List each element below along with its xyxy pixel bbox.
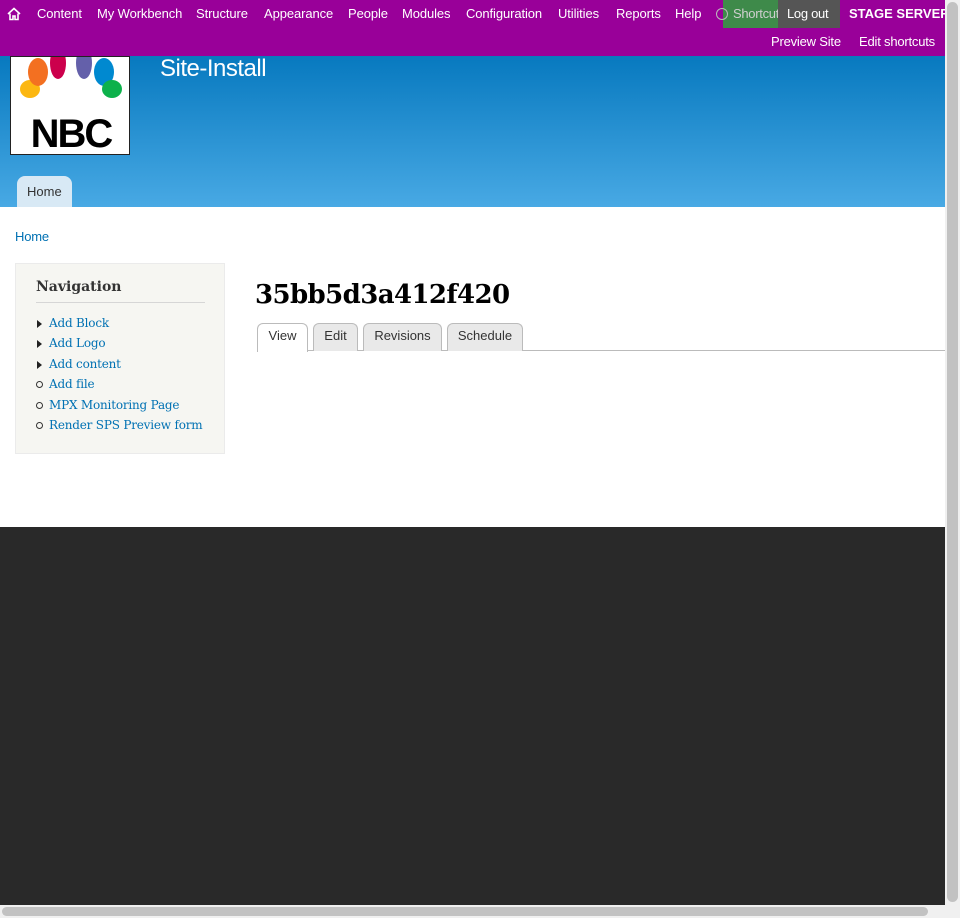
leaf-circle-icon (36, 402, 43, 409)
page-title: 35bb5d3a412f420 (255, 280, 510, 310)
site-header: NBC Site-Install Home (0, 55, 945, 207)
breadcrumb-home[interactable]: Home (15, 229, 49, 244)
server-label: STAGE SERVER (849, 6, 950, 21)
page-footer (0, 527, 945, 905)
shortcut-preview-site[interactable]: Preview Site (771, 34, 841, 49)
logo-text: NBC (31, 112, 113, 155)
tabs-divider (257, 350, 945, 351)
nav-link-mpx-monitoring[interactable]: MPX Monitoring Page (49, 398, 180, 412)
leaf-circle-icon (36, 381, 43, 388)
nav-link-render-sps-preview[interactable]: Render SPS Preview form (49, 418, 203, 432)
tab-view[interactable]: View (257, 323, 308, 352)
nav-link-add-block[interactable]: Add Block (49, 316, 109, 330)
menu-item-content[interactable]: Content (37, 6, 82, 21)
nav-link-add-content[interactable]: Add content (49, 357, 121, 371)
navigation-block: Navigation Add Block Add Logo Add conten… (15, 263, 225, 454)
logout-label[interactable]: Log out (787, 6, 829, 21)
menu-item-modules[interactable]: Modules (402, 6, 451, 21)
menu-item-reports[interactable]: Reports (616, 6, 661, 21)
toolbar-menu: Content My Workbench Structure Appearanc… (0, 0, 950, 28)
horizontal-scrollbar-thumb[interactable] (2, 907, 928, 916)
shortcut-edit-shortcuts[interactable]: Edit shortcuts (859, 34, 935, 49)
home-icon[interactable] (6, 6, 22, 22)
menu-item-configuration[interactable]: Configuration (466, 6, 542, 21)
navigation-divider (36, 302, 205, 303)
menu-item-appearance[interactable]: Appearance (264, 6, 333, 21)
shortcuts-toggle-icon[interactable] (716, 8, 728, 20)
leaf-circle-icon (36, 422, 43, 429)
tab-schedule[interactable]: Schedule (447, 323, 523, 351)
menu-item-structure[interactable]: Structure (196, 6, 248, 21)
collapsed-triangle-icon (37, 361, 42, 369)
site-name[interactable]: Site-Install (160, 55, 267, 83)
menu-item-my-workbench[interactable]: My Workbench (97, 6, 182, 21)
tab-edit[interactable]: Edit (313, 323, 358, 351)
vertical-scrollbar-thumb[interactable] (947, 2, 958, 902)
admin-toolbar: Content My Workbench Structure Appearanc… (0, 0, 950, 56)
collapsed-triangle-icon (37, 340, 42, 348)
nbc-peacock-logo: NBC (20, 57, 122, 155)
tab-revisions[interactable]: Revisions (363, 323, 442, 351)
collapsed-triangle-icon (37, 320, 42, 328)
menu-item-help[interactable]: Help (675, 6, 701, 21)
menu-item-people[interactable]: People (348, 6, 388, 21)
site-logo[interactable]: NBC (10, 56, 130, 155)
primary-tab-home-label[interactable]: Home (27, 184, 62, 199)
navigation-title: Navigation (36, 279, 122, 295)
menu-item-utilities[interactable]: Utilities (558, 6, 599, 21)
nav-link-add-file[interactable]: Add file (49, 377, 95, 391)
nav-link-add-logo[interactable]: Add Logo (49, 336, 106, 350)
